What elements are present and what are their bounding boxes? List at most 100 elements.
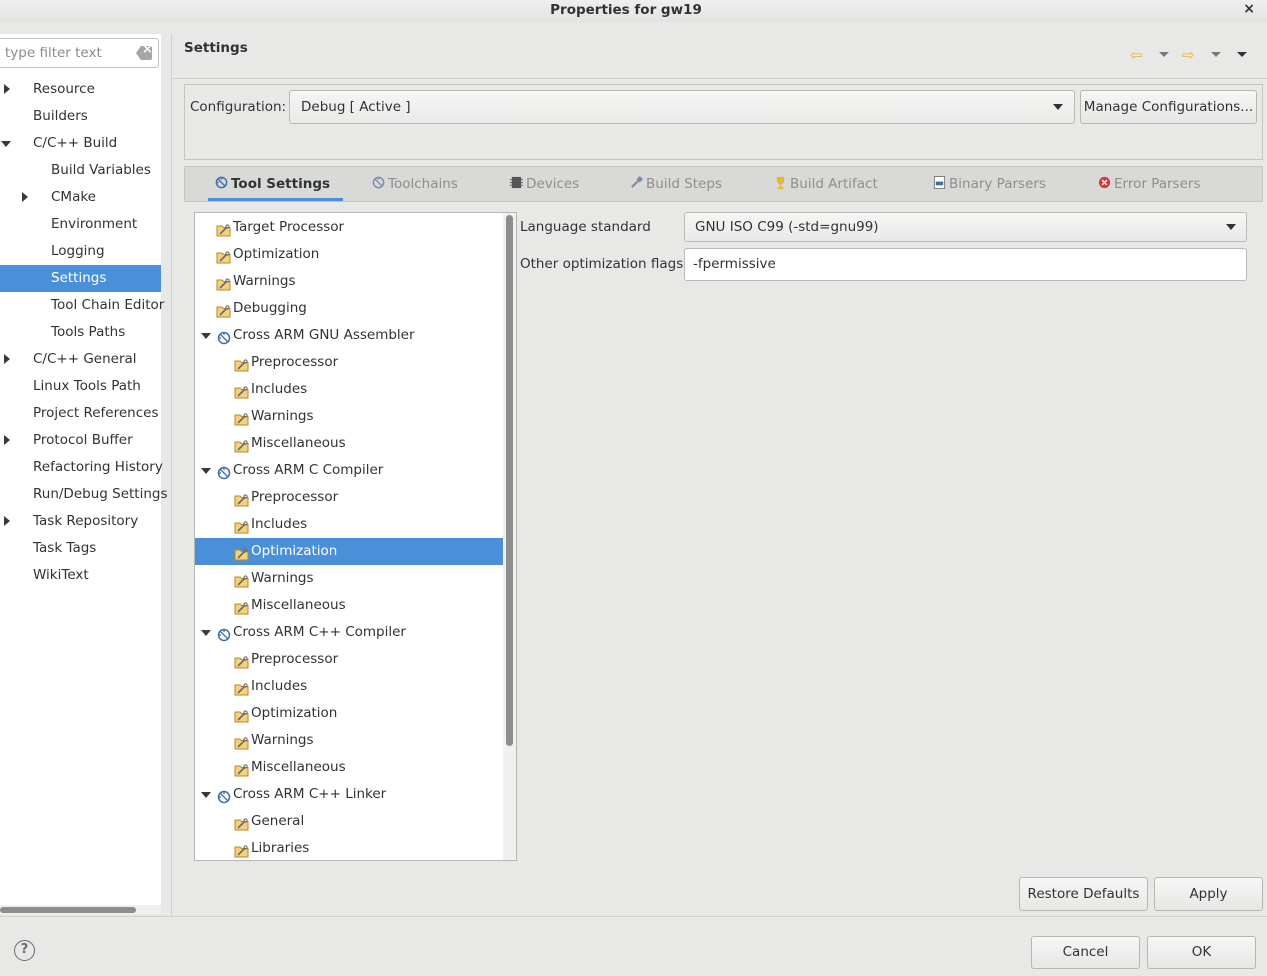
option-node-includes[interactable]: Includes — [195, 673, 503, 700]
sidebar-item-label: Settings — [51, 270, 107, 286]
pane-divider[interactable] — [171, 34, 172, 916]
expand-arrow-icon[interactable] — [4, 516, 10, 526]
language-standard-select[interactable]: GNU ISO C99 (-std=gnu99) — [684, 212, 1247, 242]
cancel-button[interactable]: Cancel — [1031, 936, 1140, 969]
tree-item-label: Preprocessor — [251, 489, 339, 505]
tab-tool-settings[interactable]: Tool Settings — [215, 176, 330, 192]
sidebar-item-project-references[interactable]: Project References — [0, 400, 161, 427]
tab-build-artifact[interactable]: Build Artifact — [774, 176, 878, 192]
option-folder-icon — [234, 436, 249, 453]
option-node-includes[interactable]: Includes — [195, 376, 503, 403]
sidebar-item-cmake[interactable]: CMake — [0, 184, 161, 211]
tool-settings-tree: Target Processor Optimization Warnings Debu… — [194, 212, 517, 861]
sidebar-item-environment[interactable]: Environment — [0, 211, 161, 238]
option-node-preprocessor[interactable]: Preprocessor — [195, 349, 503, 376]
option-node-includes[interactable]: Includes — [195, 511, 503, 538]
option-folder-icon — [234, 814, 249, 831]
configuration-select[interactable]: Debug [ Active ] — [289, 90, 1075, 124]
sidebar-item-task-repository[interactable]: Task Repository — [0, 508, 161, 535]
sidebar-item-linux-tools-path[interactable]: Linux Tools Path — [0, 373, 161, 400]
tree-item-label: Warnings — [251, 732, 314, 748]
option-node-target-processor[interactable]: Target Processor — [195, 214, 503, 241]
sidebar-item-label: Run/Debug Settings — [33, 486, 168, 502]
sidebar-item-tool-chain-editor[interactable]: Tool Chain Editor — [0, 292, 164, 319]
filter-placeholder: type filter text — [5, 45, 102, 61]
clear-filter-icon[interactable] — [136, 46, 152, 60]
tab-devices[interactable]: Devices — [510, 176, 579, 192]
forward-arrow-icon[interactable]: ⇨ — [1182, 46, 1195, 64]
restore-defaults-button[interactable]: Restore Defaults — [1019, 877, 1148, 911]
collapse-arrow-icon[interactable] — [201, 468, 211, 474]
other-optimization-flags-input[interactable]: -fpermissive — [684, 248, 1247, 281]
option-node-warnings[interactable]: Warnings — [195, 727, 503, 754]
option-node-warnings[interactable]: Warnings — [195, 268, 503, 295]
manage-configurations-button[interactable]: Manage Configurations... — [1080, 90, 1257, 124]
collapse-arrow-icon[interactable] — [1, 141, 11, 147]
option-folder-icon — [216, 301, 231, 318]
filter-input[interactable]: type filter text — [0, 38, 159, 68]
tool-node-cross-arm-c-linker[interactable]: Cross ARM C++ Linker — [195, 781, 503, 808]
help-icon[interactable]: ? — [14, 940, 35, 961]
option-node-preprocessor[interactable]: Preprocessor — [195, 646, 503, 673]
tree-item-label: Optimization — [233, 246, 320, 262]
sidebar-item-build-variables[interactable]: Build Variables — [0, 157, 161, 184]
option-node-debugging[interactable]: Debugging — [195, 295, 503, 322]
ok-button[interactable]: OK — [1147, 936, 1256, 969]
tab-label: Build Artifact — [790, 176, 878, 192]
tree-item-label: Miscellaneous — [251, 759, 346, 775]
sidebar-item-settings[interactable]: Settings — [0, 265, 161, 292]
sidebar-item-c-c-general[interactable]: C/C++ General — [0, 346, 161, 373]
expand-arrow-icon[interactable] — [4, 84, 10, 94]
option-node-preprocessor[interactable]: Preprocessor — [195, 484, 503, 511]
sidebar-item-logging[interactable]: Logging — [0, 238, 161, 265]
tool-node-cross-arm-c-compiler[interactable]: Cross ARM C Compiler — [195, 457, 503, 484]
option-node-miscellaneous[interactable]: Miscellaneous — [195, 754, 503, 781]
sidebar-item-protocol-buffer[interactable]: Protocol Buffer — [0, 427, 161, 454]
close-icon[interactable]: × — [1243, 1, 1255, 17]
back-arrow-icon[interactable]: ⇦ — [1130, 46, 1143, 64]
sidebar-item-resource[interactable]: Resource — [0, 76, 161, 103]
collapse-arrow-icon[interactable] — [201, 333, 211, 339]
option-node-general[interactable]: General — [195, 808, 503, 835]
option-node-miscellaneous[interactable]: Miscellaneous — [195, 430, 503, 457]
option-node-optimization[interactable]: Optimization — [195, 241, 503, 268]
apply-button[interactable]: Apply — [1154, 877, 1263, 911]
sidebar-item-label: Builders — [33, 108, 88, 124]
sidebar-item-refactoring-history[interactable]: Refactoring History — [0, 454, 163, 481]
option-folder-icon — [216, 247, 231, 264]
option-folder-icon — [234, 733, 249, 750]
tool-node-cross-arm-c-compiler[interactable]: Cross ARM C++ Compiler — [195, 619, 503, 646]
option-node-warnings[interactable]: Warnings — [195, 565, 503, 592]
tree-item-label: Warnings — [233, 273, 296, 289]
view-menu-chevron-icon[interactable] — [1237, 52, 1247, 57]
option-node-miscellaneous[interactable]: Miscellaneous — [195, 592, 503, 619]
configuration-value: Debug [ Active ] — [301, 99, 411, 115]
collapse-arrow-icon[interactable] — [201, 630, 211, 636]
sidebar-item-builders[interactable]: Builders — [0, 103, 161, 130]
sidebar-item-tools-paths[interactable]: Tools Paths — [0, 319, 161, 346]
tab-error-parsers[interactable]: Error Parsers — [1098, 176, 1200, 192]
tool-node-cross-arm-gnu-assembler[interactable]: Cross ARM GNU Assembler — [195, 322, 503, 349]
tab-toolchains[interactable]: Toolchains — [372, 176, 458, 192]
expand-arrow-icon[interactable] — [4, 354, 10, 364]
option-node-libraries[interactable]: Libraries — [195, 835, 503, 860]
vertical-scrollbar-thumb[interactable] — [506, 215, 513, 746]
sidebar-item-run-debug-settings[interactable]: Run/Debug Settings — [0, 481, 168, 508]
collapse-arrow-icon[interactable] — [201, 792, 211, 798]
expand-arrow-icon[interactable] — [4, 435, 10, 445]
option-node-optimization[interactable]: Optimization — [195, 700, 503, 727]
option-node-optimization[interactable]: Optimization — [195, 538, 503, 565]
horizontal-scrollbar-thumb[interactable] — [0, 907, 136, 913]
back-history-chevron-icon[interactable] — [1159, 52, 1169, 57]
forward-history-chevron-icon[interactable] — [1211, 52, 1221, 57]
tree-item-label: General — [251, 813, 305, 829]
sidebar-item-wikitext[interactable]: WikiText — [0, 562, 161, 589]
tab-binary-parsers[interactable]: Binary Parsers — [933, 176, 1046, 192]
sidebar-item-task-tags[interactable]: Task Tags — [0, 535, 161, 562]
option-node-warnings[interactable]: Warnings — [195, 403, 503, 430]
expand-arrow-icon[interactable] — [22, 192, 28, 202]
option-folder-icon — [234, 706, 249, 723]
tool-icon — [217, 328, 231, 345]
tab-build-steps[interactable]: Build Steps — [630, 176, 722, 192]
sidebar-item-c-c-build[interactable]: C/C++ Build — [0, 130, 161, 157]
